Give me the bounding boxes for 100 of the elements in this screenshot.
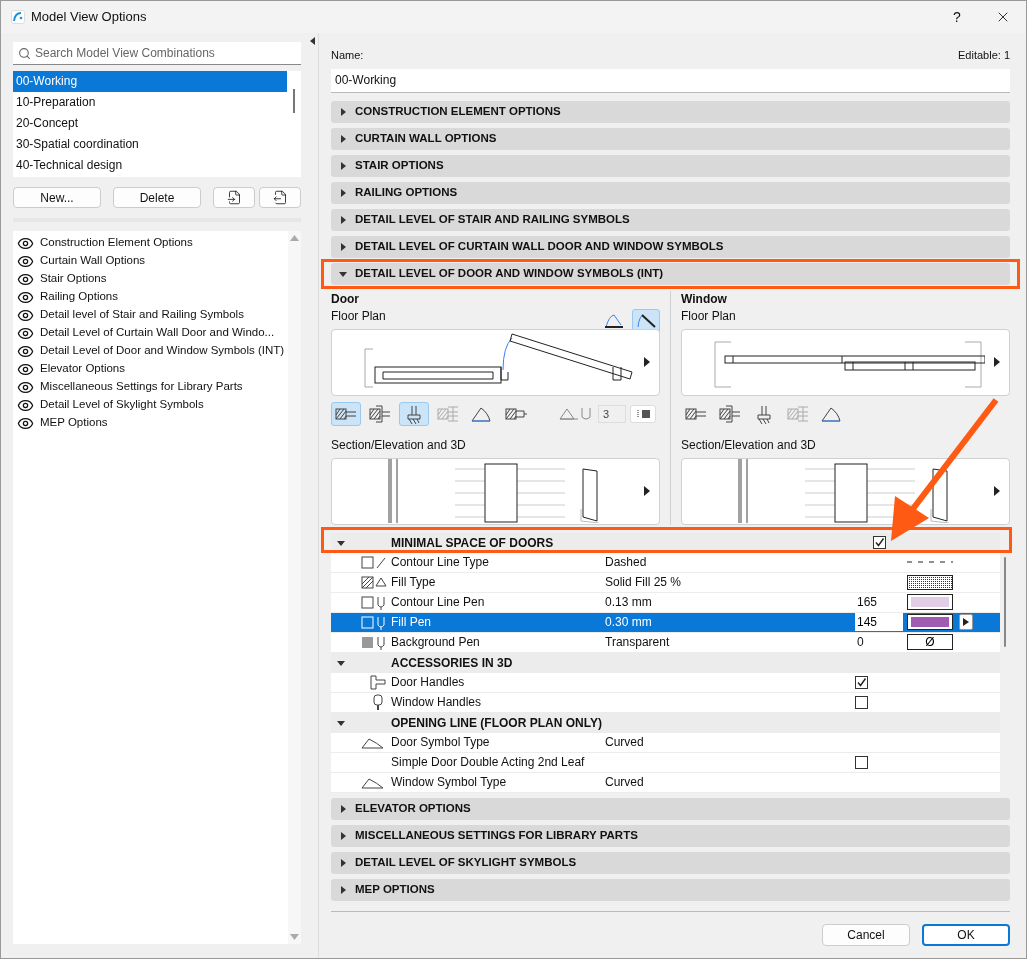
section-header[interactable]: DETAIL LEVEL OF CURTAIN WALL DOOR AND WINDOW SYMBOLS <box>331 235 1010 258</box>
section-header[interactable]: DETAIL LEVEL OF STAIR AND RAILING SYMBOLS <box>331 208 1010 231</box>
group-title: MINIMAL SPACE OF DOORS <box>391 534 555 552</box>
pen-swatch[interactable]: Ø <box>907 634 953 650</box>
setting-value: Curved <box>605 734 645 751</box>
fill-pattern-preview <box>907 574 953 590</box>
pen-swatch[interactable] <box>907 614 953 630</box>
expand-arrow-icon[interactable] <box>993 357 1001 367</box>
option-set-item[interactable]: Railing Options <box>40 288 118 306</box>
checkbox[interactable] <box>855 755 868 769</box>
combination-item[interactable]: 30-Spatial coordination <box>13 134 287 155</box>
section-header[interactable]: DETAIL LEVEL OF SKYLIGHT SYMBOLS <box>331 851 1010 874</box>
pattern-button[interactable] <box>630 404 656 423</box>
search-field[interactable]: Search Model View Combinations <box>13 42 301 65</box>
section-header[interactable]: DETAIL LEVEL OF DOOR AND WINDOW SYMBOLS (INT) <box>331 262 1010 285</box>
expand-arrow-icon <box>339 161 347 170</box>
option-set-item[interactable]: Detail Level of Curtain Wall Door and Windo... <box>40 324 275 342</box>
section-header[interactable]: STAIR OPTIONS <box>331 154 1010 177</box>
list-action-button[interactable]: New... <box>13 187 101 208</box>
checkbox[interactable] <box>855 695 868 709</box>
export-button[interactable] <box>259 187 301 208</box>
import-button[interactable] <box>213 187 255 208</box>
dialog-button[interactable]: Cancel <box>822 924 910 946</box>
door-swing-icon <box>635 311 657 330</box>
wall-symbol-icon <box>368 402 392 425</box>
option-set-item[interactable]: Miscellaneous Settings for Library Parts <box>40 378 243 396</box>
expand-arrow-icon <box>339 858 347 867</box>
setting-row[interactable]: Fill Pen 0.30 mm 145 <box>331 612 1000 633</box>
expand-button[interactable] <box>959 614 973 630</box>
setting-value: Solid Fill 25 % <box>605 574 683 591</box>
window-title: Model View Options <box>31 8 147 27</box>
setting-row[interactable]: Simple Door Double Acting 2nd Leaf <box>331 752 1000 773</box>
expand-arrow-icon[interactable] <box>643 357 651 367</box>
section-header[interactable]: ELEVATOR OPTIONS <box>331 797 1010 820</box>
setting-label: Contour Line Type <box>391 554 490 571</box>
expand-arrow-icon <box>337 538 345 547</box>
combination-item[interactable]: 10-Preparation <box>13 92 287 113</box>
panel-label: Section/Elevation and 3D <box>681 436 817 454</box>
help-button[interactable]: ? <box>934 1 980 33</box>
setting-row[interactable]: Contour Line Pen 0.13 mm 165 <box>331 592 1000 613</box>
pen-number: 0 <box>856 634 865 651</box>
pen-number[interactable]: 145 <box>855 613 903 631</box>
collapse-arrow-icon[interactable] <box>310 37 315 45</box>
symbol-option-button[interactable] <box>331 401 361 426</box>
option-set-item[interactable]: Construction Element Options <box>40 234 193 252</box>
expand-arrow-icon[interactable] <box>643 486 651 496</box>
combination-item[interactable]: 20-Concept <box>13 113 287 134</box>
setting-label: Simple Door Double Acting 2nd Leaf <box>391 754 586 771</box>
setting-value: 0.13 mm <box>605 594 653 611</box>
combination-item[interactable]: 40-Technical design <box>13 155 287 176</box>
setting-label: Fill Type <box>391 574 437 591</box>
row-type-icon <box>361 613 387 631</box>
symbol-option-button[interactable] <box>399 401 429 426</box>
combination-item[interactable]: 00-Working <box>13 71 287 92</box>
door-handle-icon <box>369 673 387 691</box>
name-field[interactable]: 00-Working <box>331 68 1010 93</box>
option-set-item[interactable]: MEP Options <box>40 414 108 432</box>
option-set-item[interactable]: Detail level of Stair and Railing Symbols <box>40 306 244 324</box>
dialog-button[interactable]: OK <box>922 924 1010 946</box>
option-set-item[interactable]: Elevator Options <box>40 360 125 378</box>
expand-arrow-icon <box>339 831 347 840</box>
expand-arrow-icon <box>339 215 347 224</box>
expand-arrow-icon <box>339 885 347 894</box>
expand-arrow-icon <box>339 804 347 813</box>
setting-row[interactable]: Background Pen Transparent 0 Ø <box>331 632 1000 653</box>
panel-heading: Window <box>681 290 728 307</box>
checkbox[interactable] <box>855 675 868 689</box>
expand-arrow-icon[interactable] <box>993 486 1001 496</box>
section-header[interactable]: CONSTRUCTION ELEMENT OPTIONS <box>331 100 1010 123</box>
setting-row[interactable]: Window Handles <box>331 692 1000 713</box>
setting-label: Window Handles <box>391 694 483 711</box>
option-set-item[interactable]: Detail Level of Skylight Symbols <box>40 396 204 414</box>
setting-row[interactable]: Contour Line Type Dashed <box>331 552 1000 573</box>
group-title: ACCESSORIES IN 3D <box>391 654 514 672</box>
panel-label: Section/Elevation and 3D <box>331 436 467 454</box>
pen-swatch[interactable] <box>907 594 953 610</box>
checkbox[interactable] <box>873 536 886 549</box>
setting-row[interactable]: Window Symbol Type Curved <box>331 772 1000 793</box>
list-action-button[interactable]: Delete <box>113 187 201 208</box>
option-set-item[interactable]: Curtain Wall Options <box>40 252 146 270</box>
export-icon <box>272 190 288 205</box>
group-header[interactable]: OPENING LINE (FLOOR PLAN ONLY) <box>331 712 1000 733</box>
section-header[interactable]: MISCELLANEOUS SETTINGS FOR LIBRARY PARTS <box>331 824 1010 847</box>
setting-row[interactable]: Door Handles <box>331 672 1000 693</box>
row-type-icon <box>361 573 387 591</box>
section-header[interactable]: CURTAIN WALL OPTIONS <box>331 127 1010 150</box>
dashed-line-preview <box>907 560 953 564</box>
option-set-item[interactable]: Detail Level of Door and Window Symbols (INT) <box>40 342 285 360</box>
setting-value: Transparent <box>605 634 671 651</box>
setting-row[interactable]: Fill Type Solid Fill 25 % <box>331 572 1000 593</box>
row-type-icon <box>361 553 387 571</box>
option-set-item[interactable]: Stair Options <box>40 270 107 288</box>
editable-count: Editable: 1 <box>958 48 1010 63</box>
door-symbol-toggle[interactable] <box>632 308 660 333</box>
setting-label: Fill Pen <box>391 614 432 631</box>
import-icon <box>226 190 242 205</box>
setting-row[interactable]: Door Symbol Type Curved <box>331 732 1000 753</box>
section-header[interactable]: RAILING OPTIONS <box>331 181 1010 204</box>
group-header[interactable]: ACCESSORIES IN 3D <box>331 652 1000 673</box>
section-header[interactable]: MEP OPTIONS <box>331 878 1010 901</box>
